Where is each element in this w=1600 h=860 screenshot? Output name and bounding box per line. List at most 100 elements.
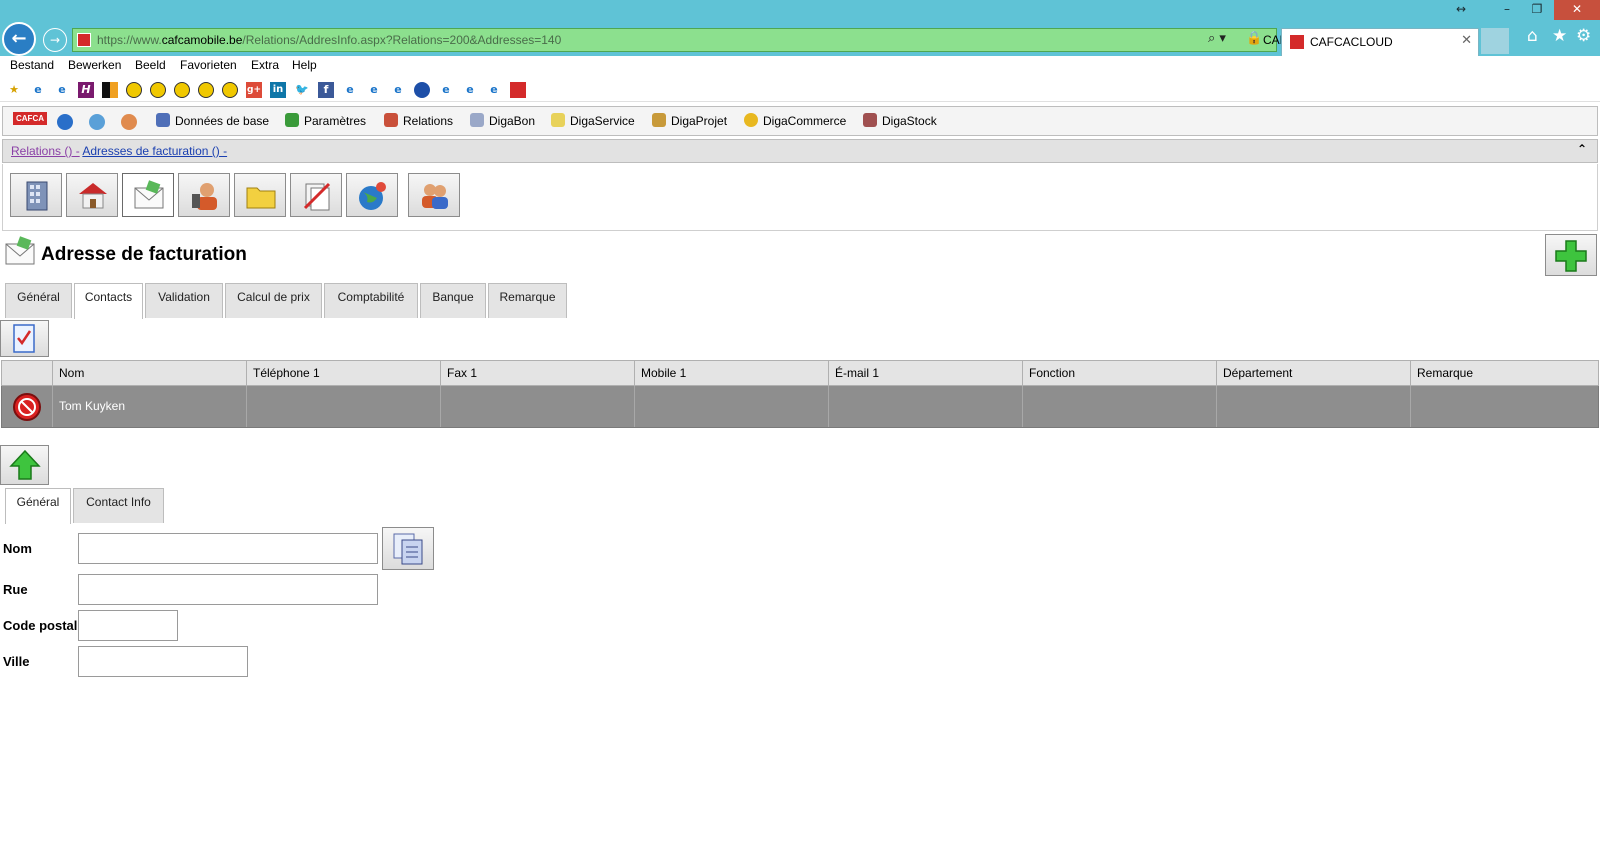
ie-link-icon[interactable]: e	[486, 82, 502, 98]
column-header[interactable]: Remarque	[1410, 361, 1598, 386]
menu-beeld[interactable]: Beeld	[135, 58, 166, 72]
add-favorite-icon[interactable]: ★	[6, 82, 22, 98]
menu-bar: Bestand Bewerken Beeld Favorieten Extra …	[0, 56, 1600, 76]
checklist-button[interactable]	[0, 320, 49, 357]
globe-icon[interactable]	[57, 114, 73, 130]
new-tab-button[interactable]	[1481, 28, 1509, 54]
toolbar-digacommerce[interactable]: DigaCommerce	[744, 113, 846, 128]
google-plus-icon[interactable]: g+	[246, 82, 262, 98]
tab-remarque[interactable]: Remarque	[488, 283, 567, 318]
nom-field[interactable]	[78, 533, 378, 564]
back-button[interactable]: ←	[2, 22, 36, 56]
search-dropdown-icon[interactable]: ⌕ ▾	[1208, 31, 1226, 46]
toolbar-digaprojet[interactable]: DigaProjet	[652, 113, 727, 128]
ie-link-icon[interactable]: e	[54, 82, 70, 98]
favorites-bar: ★ e e H g+ in 🐦 f e e e e e e	[0, 78, 1600, 102]
close-window-button[interactable]: ✕	[1554, 0, 1600, 20]
ie-link-icon[interactable]: e	[342, 82, 358, 98]
forward-button[interactable]: →	[43, 28, 67, 52]
lock-icon[interactable]: 🔒	[1246, 31, 1262, 46]
h-link-icon[interactable]: H	[78, 82, 94, 98]
tab-contacts[interactable]: Contacts	[74, 283, 143, 319]
page-title: Adresse de facturation	[41, 244, 247, 265]
toolbar-digastock[interactable]: DigaStock	[863, 113, 937, 128]
yellow-link-icon[interactable]	[174, 82, 190, 98]
collapse-chevron-icon[interactable]: ⌃	[1577, 142, 1587, 156]
column-header[interactable]: Fonction	[1022, 361, 1216, 386]
favorites-star-icon[interactable]: ★	[1552, 26, 1567, 46]
browser-tab[interactable]: CAFCACLOUD ✕	[1281, 28, 1479, 56]
tab-close-icon[interactable]: ✕	[1461, 33, 1472, 48]
tab-contact-info[interactable]: Contact Info	[73, 488, 164, 523]
ie-link-icon[interactable]: e	[30, 82, 46, 98]
address-bar[interactable]: https://www.cafcamobile.be/Relations/Add…	[72, 28, 1343, 52]
menu-extra[interactable]: Extra	[251, 58, 279, 72]
breadcrumb-relations-link[interactable]: Relations () -	[11, 144, 80, 158]
menu-bewerken[interactable]: Bewerken	[68, 58, 121, 72]
settings-gear-icon[interactable]: ⚙	[1576, 26, 1591, 46]
folder-button[interactable]	[234, 173, 286, 217]
address-url[interactable]: https://www.cafcamobile.be/Relations/Add…	[97, 33, 561, 47]
delete-row-icon[interactable]	[13, 393, 41, 421]
building-button[interactable]	[10, 173, 62, 217]
user-icon[interactable]	[121, 114, 137, 130]
column-header[interactable]: Fax 1	[440, 361, 634, 386]
menu-help[interactable]: Help	[292, 58, 317, 72]
tab-comptabilite[interactable]: Comptabilité	[324, 283, 418, 318]
cafca-link-icon[interactable]	[510, 82, 526, 98]
column-header[interactable]: Téléphone 1	[246, 361, 440, 386]
yellow-link-icon[interactable]	[222, 82, 238, 98]
url-path: /Relations/AddresInfo.aspx?Relations=200…	[242, 33, 562, 47]
flag-link-icon[interactable]	[102, 82, 118, 98]
linkedin-icon[interactable]: in	[270, 82, 286, 98]
tab-banque[interactable]: Banque	[420, 283, 486, 318]
yellow-link-icon[interactable]	[198, 82, 214, 98]
column-header[interactable]: Mobile 1	[634, 361, 828, 386]
house-button[interactable]	[66, 173, 118, 217]
breadcrumb-adresses-link[interactable]: Adresses de facturation () -	[82, 144, 227, 158]
toolbar-relations[interactable]: Relations	[384, 113, 453, 128]
persons-button[interactable]	[408, 173, 460, 217]
rue-field[interactable]	[78, 574, 378, 605]
globe-link-icon[interactable]	[414, 82, 430, 98]
ie-link-icon[interactable]: e	[438, 82, 454, 98]
sync-icon[interactable]	[89, 114, 105, 130]
tab-general[interactable]: Général	[5, 488, 71, 524]
ie-link-icon[interactable]: e	[390, 82, 406, 98]
contact-person-button[interactable]	[178, 173, 230, 217]
yellow-link-icon[interactable]	[126, 82, 142, 98]
table-row[interactable]: Tom Kuyken	[1, 386, 1599, 428]
resize-icon[interactable]: ↔	[1438, 0, 1484, 20]
toolbar-donnees-de-base[interactable]: Données de base	[156, 113, 269, 128]
home-icon[interactable]: ⌂	[1527, 26, 1538, 46]
column-header[interactable]: É-mail 1	[828, 361, 1022, 386]
twitter-icon[interactable]: 🐦	[294, 82, 310, 98]
internet-button[interactable]	[346, 173, 398, 217]
move-up-button[interactable]	[0, 445, 49, 485]
yellow-link-icon[interactable]	[150, 82, 166, 98]
facebook-icon[interactable]: f	[318, 82, 334, 98]
menu-favorieten[interactable]: Favorieten	[180, 58, 237, 72]
ie-link-icon[interactable]: e	[366, 82, 382, 98]
ville-field[interactable]	[78, 646, 248, 677]
no-documents-button[interactable]	[290, 173, 342, 217]
ie-link-icon[interactable]: e	[462, 82, 478, 98]
copy-button[interactable]	[382, 527, 434, 570]
contact-person-icon	[192, 183, 217, 210]
add-button[interactable]	[1545, 234, 1597, 276]
cafca-logo[interactable]: CAFCA	[13, 112, 47, 125]
code-postal-field[interactable]	[78, 610, 178, 641]
toolbar-digaservice[interactable]: DigaService	[551, 113, 635, 128]
envelope-button[interactable]	[122, 173, 174, 217]
column-header[interactable]: Nom	[52, 361, 246, 386]
breadcrumb: Relations () - Adresses de facturation (…	[2, 139, 1598, 163]
tab-calcul-de-prix[interactable]: Calcul de prix	[225, 283, 322, 318]
menu-bestand[interactable]: Bestand	[10, 58, 54, 72]
toolbar-digabon[interactable]: DigaBon	[470, 113, 535, 128]
column-header[interactable]: Département	[1216, 361, 1410, 386]
table-cell	[634, 386, 828, 427]
tab-validation[interactable]: Validation	[145, 283, 223, 318]
toolbar-parametres[interactable]: Paramètres	[285, 113, 366, 128]
browser-navbar: ← → https://www.cafcamobile.be/Relations…	[0, 20, 1600, 56]
tab-general[interactable]: Général	[5, 283, 72, 318]
